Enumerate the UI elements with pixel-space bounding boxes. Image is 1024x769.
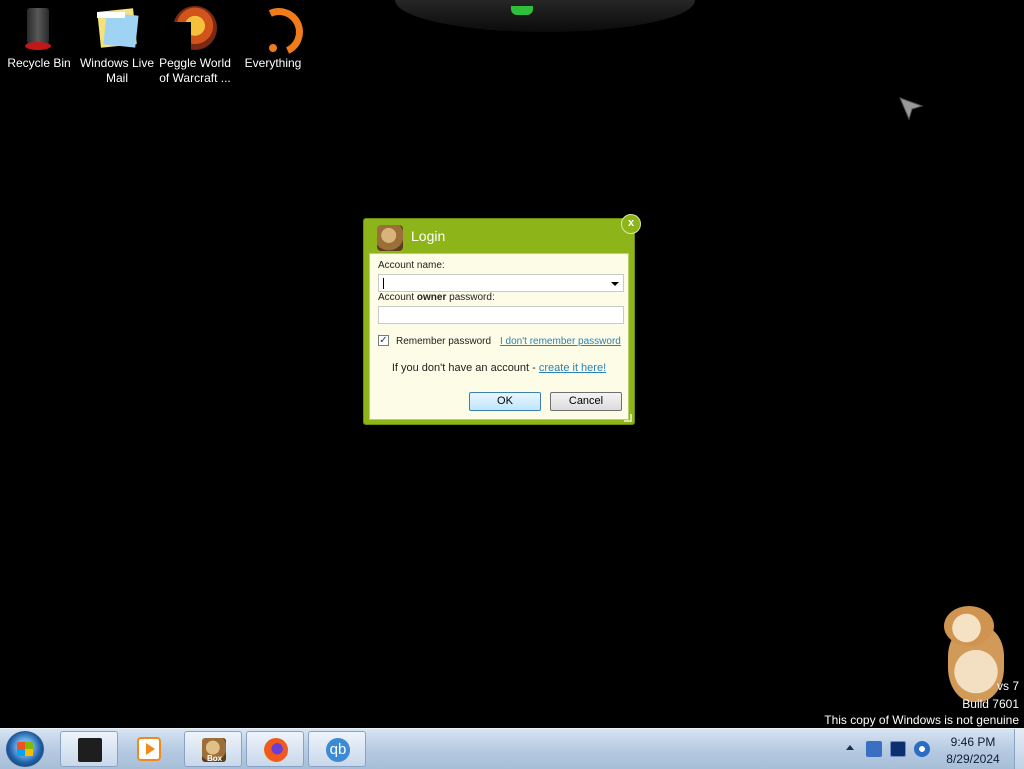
forgot-password-link[interactable]: I don't remember password: [500, 336, 621, 347]
mail-icon: [93, 4, 141, 52]
desktop-icon-label: Recycle Bin: [7, 56, 71, 70]
create-account-link[interactable]: create it here!: [539, 362, 606, 374]
taskbar-button-hamster-box[interactable]: Box: [184, 731, 242, 767]
firefox-icon: [264, 738, 288, 762]
taskbar: Box qb 9:46 PM 8/29/2024: [0, 728, 1024, 769]
desktop-icon-label: Peggle World of Warcraft ...: [159, 56, 231, 85]
box-badge: Box: [207, 754, 223, 763]
monitor-icon[interactable]: [890, 741, 906, 757]
login-dialog: Login Account name: Account owner passwo…: [363, 218, 635, 425]
show-desktop-button[interactable]: [1014, 729, 1024, 769]
peggle-icon: [171, 4, 219, 52]
clock-time[interactable]: 9:46 PM: [930, 735, 1016, 749]
watermark-line-2: Build 7601: [962, 697, 1019, 711]
password-label: Account owner password:: [378, 292, 495, 303]
taskbar-button-firefox[interactable]: [246, 731, 304, 767]
windows-start-icon: [17, 742, 33, 756]
black-window-icon: [78, 738, 102, 762]
watermark-line-1: vs 7: [996, 679, 1019, 693]
everything-icon: [248, 1, 310, 63]
dialog-title: Login: [411, 228, 446, 244]
close-button[interactable]: x: [621, 214, 641, 234]
taskbar-button-media-player[interactable]: [120, 731, 178, 767]
watermark-not-genuine: This copy of Windows is not genuine: [824, 713, 1019, 727]
desktop-icon-recycle-bin[interactable]: Recycle Bin: [0, 4, 78, 71]
desktop-icon-peggle[interactable]: Peggle World of Warcraft ...: [156, 4, 234, 86]
password-input[interactable]: [378, 306, 624, 324]
show-hidden-icons-arrow[interactable]: [846, 745, 854, 750]
media-player-icon: [137, 737, 161, 761]
desktop-icon-everything[interactable]: Everything: [234, 1, 312, 71]
desktop-icon-label: Everything: [244, 56, 302, 70]
cancel-button[interactable]: Cancel: [550, 392, 622, 411]
qbittorrent-icon: qb: [326, 738, 350, 762]
clock-date[interactable]: 8/29/2024: [930, 752, 1016, 766]
book-icon[interactable]: [866, 741, 882, 757]
dock-indicator-light: [511, 6, 533, 15]
account-name-label: Account name:: [378, 260, 445, 271]
recycle-bin-icon: [15, 4, 63, 52]
remember-password-label[interactable]: Remember password: [396, 336, 491, 347]
taskbar-button-qbittorrent[interactable]: qb: [308, 731, 366, 767]
hamster-app-icon: [377, 225, 403, 251]
network-icon[interactable]: [914, 741, 930, 757]
account-name-combobox[interactable]: [378, 274, 624, 292]
start-button[interactable]: [6, 731, 44, 767]
desktop-icon-windows-live-mail[interactable]: Windows Live Mail: [78, 4, 156, 86]
taskbar-button-terminal[interactable]: [60, 731, 118, 767]
top-dock-gadget: [395, 0, 695, 32]
no-account-text: If you don't have an account -: [391, 362, 539, 374]
dialog-body: Account name: Account owner password: ✓ …: [369, 253, 629, 420]
text-caret: [383, 278, 384, 289]
resize-grip[interactable]: [624, 414, 632, 422]
no-account-line: If you don't have an account - create it…: [370, 362, 628, 374]
desktop-icon-label: Windows Live Mail: [79, 56, 155, 85]
dropdown-arrow-icon[interactable]: [611, 282, 619, 286]
ok-button[interactable]: OK: [469, 392, 541, 411]
remember-password-checkbox[interactable]: ✓: [378, 335, 389, 346]
